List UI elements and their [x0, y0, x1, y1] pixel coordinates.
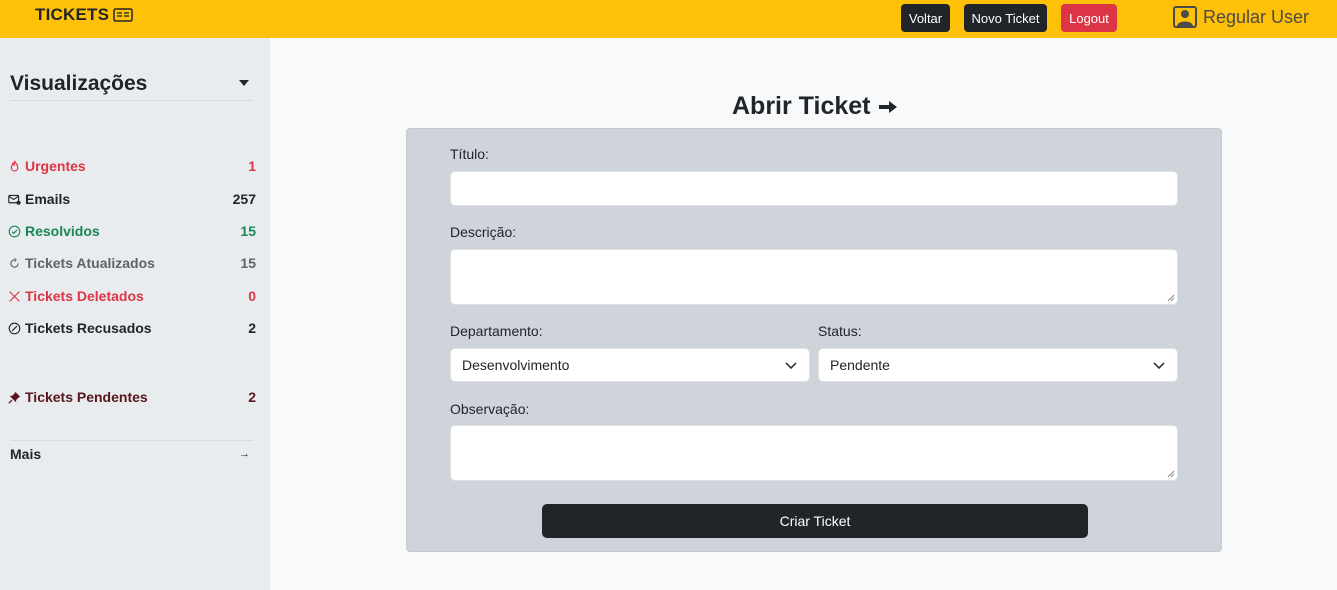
status-value: Pendente	[830, 357, 890, 373]
department-value: Desenvolvimento	[462, 357, 570, 373]
x-icon	[6, 288, 22, 304]
sidebar-item-count: 2	[248, 389, 256, 405]
user-icon	[1173, 6, 1197, 28]
ticket-form: Título: Descrição: Departamento: Desenvo…	[406, 128, 1222, 552]
sidebar-item-label: Tickets Recusados	[25, 320, 152, 336]
sidebar-item-pendentes[interactable]: Tickets Pendentes 2	[6, 387, 256, 407]
sidebar-item-deletados[interactable]: Tickets Deletados 0	[6, 286, 256, 306]
title-label: Título:	[450, 146, 489, 162]
sidebar-item-label: Resolvidos	[25, 223, 100, 239]
sidebar-item-urgentes[interactable]: Urgentes 1	[6, 156, 256, 176]
back-button[interactable]: Voltar	[901, 4, 950, 32]
sidebar-item-atualizados[interactable]: Tickets Atualizados 15	[6, 253, 256, 273]
sidebar-item-label: Tickets Deletados	[25, 288, 144, 304]
logout-button[interactable]: Logout	[1061, 4, 1117, 32]
sidebar: Visualizações Urgentes 1 Emails 257 Reso…	[0, 38, 270, 590]
sidebar-item-label: Urgentes	[25, 158, 86, 174]
sidebar-item-recusados[interactable]: Tickets Recusados 2	[6, 318, 256, 338]
views-title: Visualizações	[10, 72, 148, 95]
refresh-icon	[6, 255, 22, 271]
resize-grip-icon[interactable]	[1167, 294, 1175, 302]
sidebar-item-label: Emails	[25, 191, 71, 207]
department-label: Departamento:	[450, 323, 543, 339]
slash-circle-icon	[6, 320, 22, 336]
top-navbar: TICKETS Voltar Novo Ticket Logout Regula…	[0, 0, 1337, 38]
arrow-right-icon	[879, 100, 898, 113]
sidebar-item-count: 2	[248, 320, 256, 336]
sidebar-divider	[10, 440, 253, 441]
check-circle-icon	[6, 223, 22, 239]
sidebar-item-resolvidos[interactable]: Resolvidos 15	[6, 221, 256, 241]
chevron-down-icon	[1153, 362, 1165, 370]
title-input[interactable]	[450, 171, 1178, 206]
status-select[interactable]: Pendente	[818, 348, 1178, 382]
brand[interactable]: TICKETS	[35, 5, 133, 25]
sidebar-item-emails[interactable]: Emails 257	[6, 189, 256, 209]
envelope-icon	[6, 191, 22, 207]
sidebar-item-count: 15	[240, 223, 256, 239]
resize-grip-icon[interactable]	[1167, 470, 1175, 478]
brand-label: TICKETS	[35, 5, 110, 24]
sidebar-item-count: 0	[248, 288, 256, 304]
ticket-icon	[113, 8, 133, 22]
sidebar-item-count: 257	[232, 191, 256, 207]
fire-icon	[6, 158, 22, 174]
caret-down-icon	[239, 80, 249, 86]
status-label: Status:	[818, 323, 862, 339]
sidebar-item-label: Tickets Pendentes	[25, 389, 148, 405]
description-textarea[interactable]	[450, 249, 1178, 305]
page-title: Abrir Ticket	[732, 92, 898, 121]
chevron-down-icon	[785, 362, 797, 370]
observation-label: Observação:	[450, 401, 530, 417]
sidebar-item-count: 15	[240, 255, 256, 271]
sidebar-more-link[interactable]: Mais →	[10, 446, 250, 462]
more-label: Mais	[10, 446, 42, 462]
department-select[interactable]: Desenvolvimento	[450, 348, 810, 382]
user-menu[interactable]: Regular User	[1173, 6, 1309, 28]
description-label: Descrição:	[450, 224, 517, 240]
arrow-right-icon: →	[239, 448, 250, 460]
pin-icon	[6, 389, 22, 405]
user-name: Regular User	[1203, 6, 1310, 27]
sidebar-item-label: Tickets Atualizados	[25, 255, 155, 271]
sidebar-item-count: 1	[248, 158, 256, 174]
page-title-label: Abrir Ticket	[732, 92, 871, 120]
create-ticket-button[interactable]: Criar Ticket	[542, 504, 1088, 538]
views-dropdown[interactable]: Visualizações	[10, 72, 253, 101]
observation-textarea[interactable]	[450, 425, 1178, 481]
new-ticket-button[interactable]: Novo Ticket	[964, 4, 1047, 32]
